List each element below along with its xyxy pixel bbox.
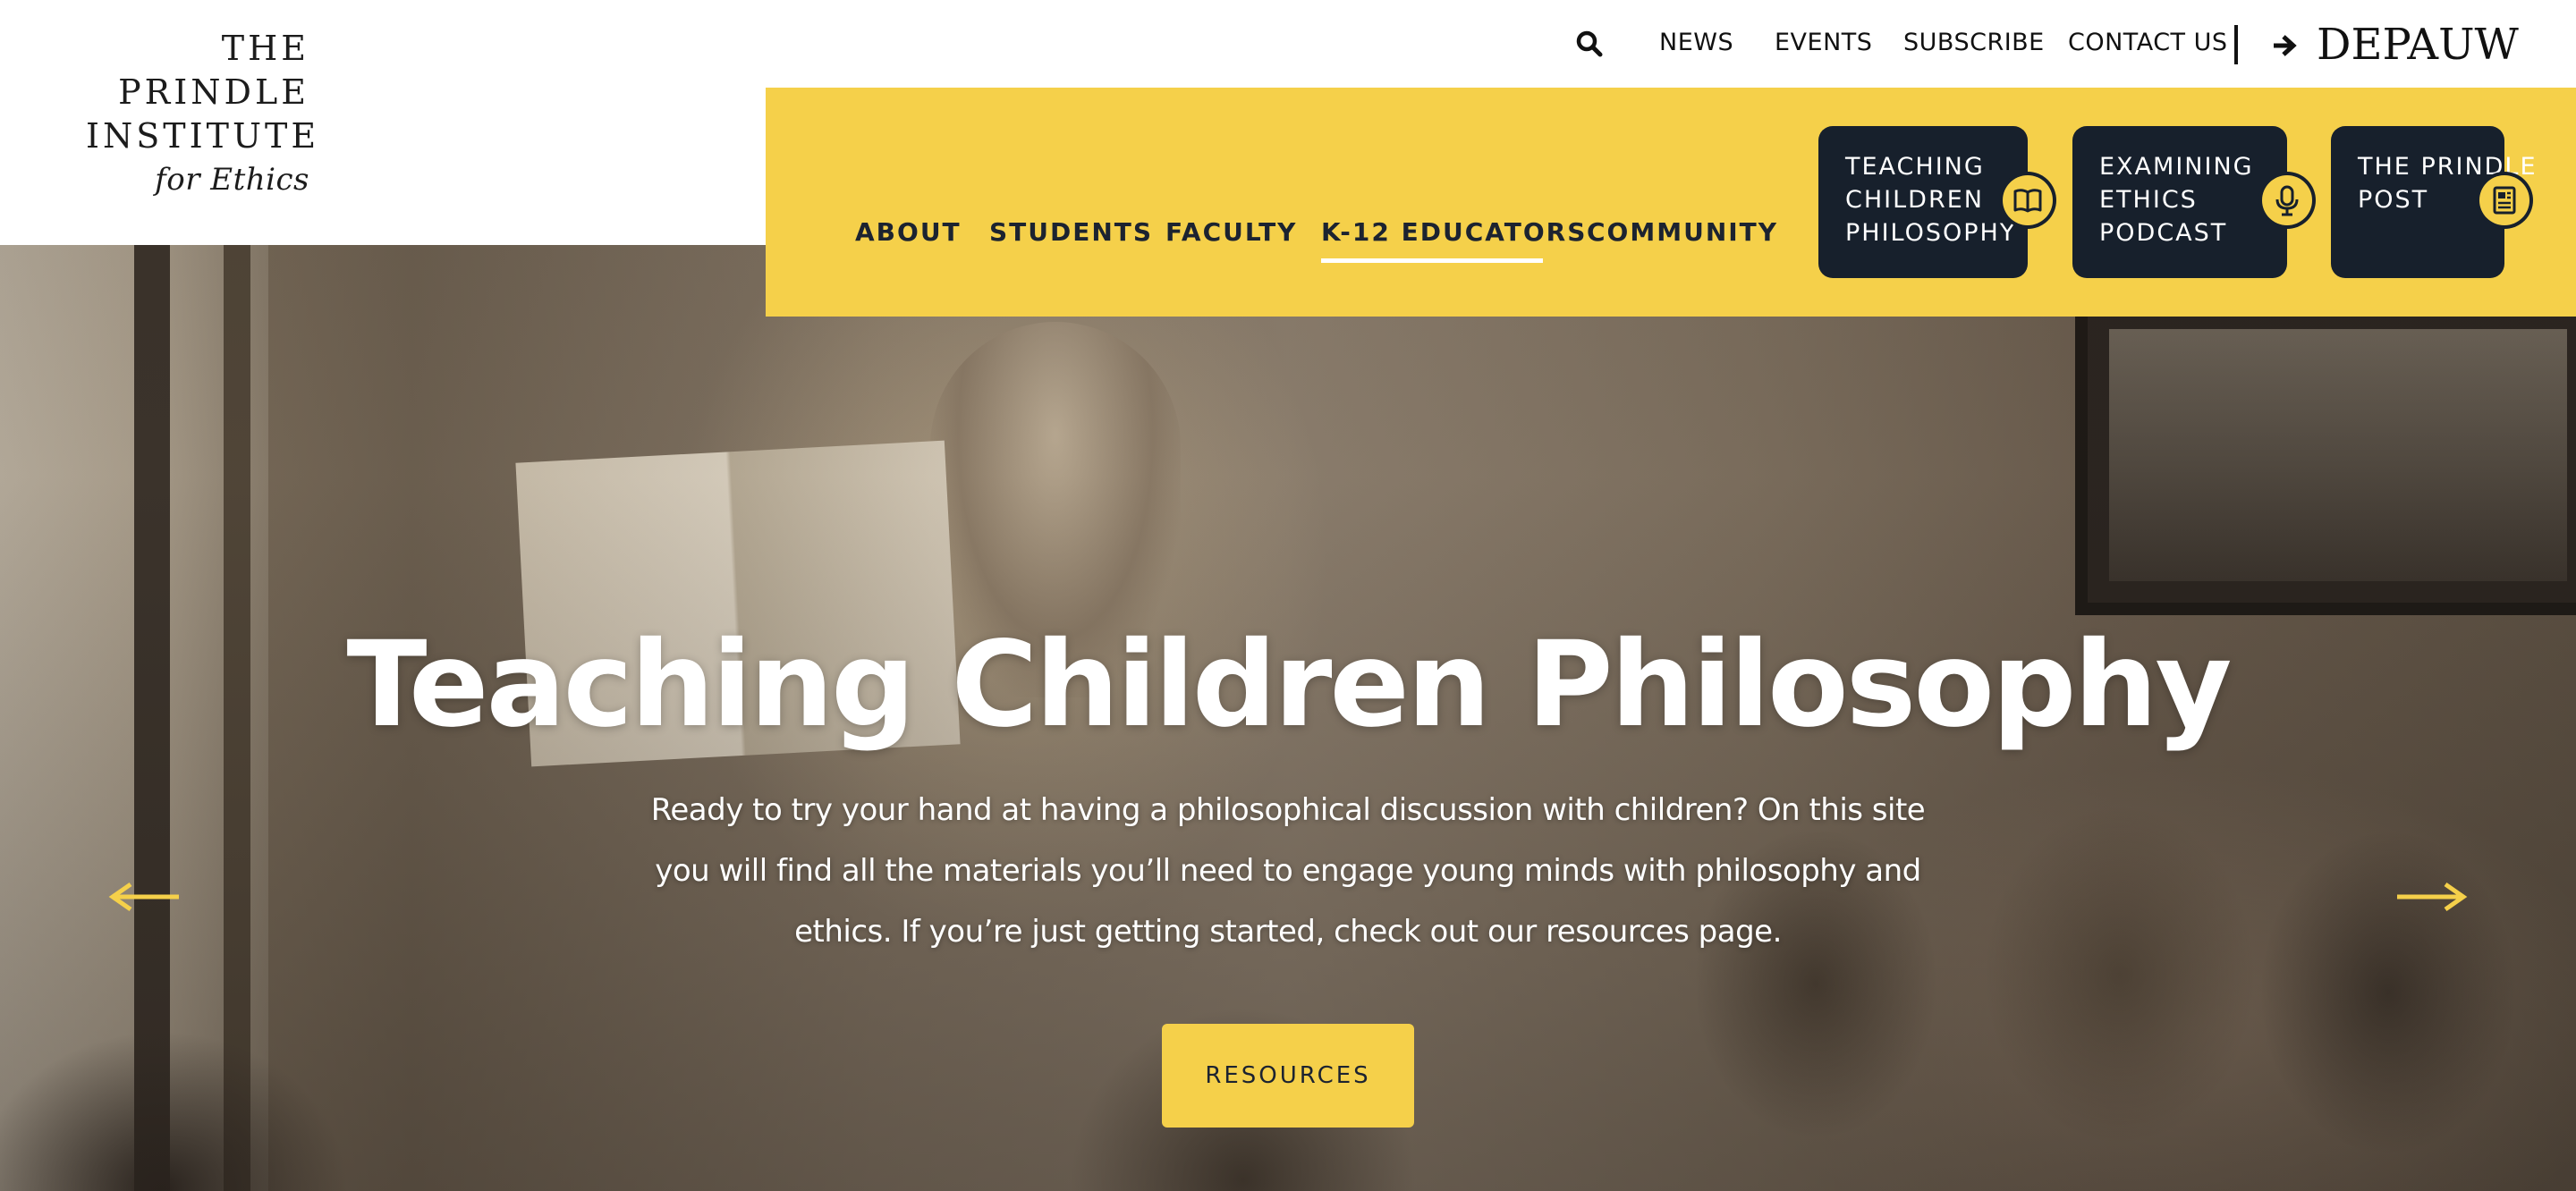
nav-students[interactable]: STUDENTS [989,215,1153,250]
arrow-left-icon[interactable] [107,881,182,913]
search-icon[interactable] [1576,30,1603,57]
site-logo[interactable]: The Prindle Institute for Ethics [86,27,320,201]
book-icon [2003,175,2053,225]
feature-label: EXAMINING ETHICS PODCAST [2099,153,2254,247]
nav-active-indicator [1321,258,1543,263]
microphone-icon [2262,175,2312,225]
nav-k12-educators[interactable]: K-12 EDUCATORS [1321,215,1587,250]
resources-button[interactable]: RESOURCES [1162,1024,1414,1128]
depauw-link[interactable]: DEPAUW [2317,16,2519,73]
newspaper-icon [2479,175,2529,225]
nav-community[interactable]: COMMUNITY [1587,215,1778,250]
nav-about[interactable]: ABOUT [855,215,962,250]
logo-panel: The Prindle Institute for Ethics [0,0,766,245]
logo-line: The [221,29,309,68]
topnav-subscribe[interactable]: SUBSCRIBE [1903,25,2045,61]
logo-line: Prindle [118,72,309,112]
arrow-right-icon [2274,35,2297,56]
topnav-news[interactable]: NEWS [1659,25,1733,61]
hero-description: Ready to try your hand at having a philo… [650,792,1926,950]
feature-teaching-children-philosophy[interactable]: TEACHING CHILDREN PHILOSOPHY [1818,126,2053,278]
hero-title: Teaching Children Philosophy [346,616,2232,754]
topnav-contact-us[interactable]: CONTACT US [2068,25,2228,61]
feature-examining-ethics-podcast[interactable]: EXAMINING ETHICS PODCAST [2072,126,2312,278]
topnav-divider [2234,25,2238,64]
feature-the-prindle-post[interactable]: THE PRINDLE POST [2331,126,2536,278]
logo-tagline: for Ethics [155,162,309,198]
logo-line: Institute [86,116,320,156]
nav-faculty[interactable]: FACULTY [1165,215,1297,250]
arrow-right-icon[interactable] [2394,881,2469,913]
topnav-events[interactable]: EVENTS [1775,25,1872,61]
